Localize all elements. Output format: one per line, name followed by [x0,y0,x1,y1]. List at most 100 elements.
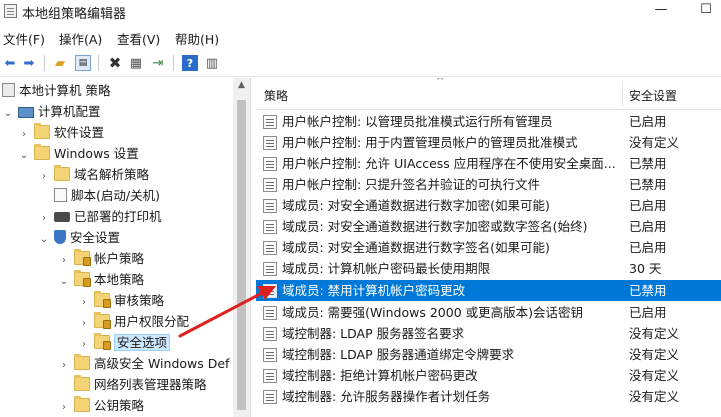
tree-item-windows-settings[interactable]: ⌄ Windows 设置 [18,144,139,164]
policy-row[interactable]: 域控制器: LDAP 服务器通道绑定令牌要求 没有定义 [256,344,721,365]
policy-row[interactable]: 域成员: 对安全通道数据进行数字加密或数字签名(始终) 已启用 [256,216,721,237]
minimize-button[interactable]: — [641,1,681,21]
policy-value: 已禁用 [629,283,667,298]
column-divider[interactable] [622,82,623,106]
tree-item-local-computer-policy[interactable]: 本地计算机 策略 [2,81,110,101]
back-icon[interactable]: ⬅ [2,55,18,71]
policy-row[interactable]: 域控制器: 拒绝计算机帐户密码更改 没有定义 [256,365,721,386]
collapse-arrow-icon[interactable]: › [78,293,90,313]
delete-icon[interactable]: ✖ [107,54,123,72]
sort-arrow-icon: ^ [436,78,445,87]
menu-action[interactable]: 操作(A) [59,29,102,48]
window-title: 本地组策略编辑器 [22,7,127,22]
policy-setting-icon [263,157,277,171]
policy-value: 没有定义 [629,347,680,362]
tree-item-software-settings[interactable]: › 软件设置 [18,123,104,143]
tree-item-local-policies[interactable]: ⌄ 本地策略 [58,270,144,290]
policy-value: 已启用 [629,240,667,255]
policy-setting-icon [263,390,277,404]
collapse-arrow-icon[interactable]: › [38,167,50,187]
collapse-arrow-icon[interactable]: › [38,209,50,229]
collapse-arrow-icon[interactable]: › [58,398,70,417]
policy-name: 域成员: 禁用计算机帐户密码更改 [282,283,466,298]
expand-arrow-icon[interactable]: ⌄ [58,272,70,292]
title-bar: 本地组策略编辑器 — ☐ [0,0,721,22]
policy-value: 已启用 [629,219,667,234]
column-header-security-setting[interactable]: 安全设置 [629,87,677,104]
locked-folder-icon [74,270,91,287]
policy-row[interactable]: 域成员: 需要强(Windows 2000 或更高版本)会话密钥 已启用 [256,302,721,323]
policy-setting-icon [263,284,277,298]
policy-setting-icon [263,306,277,320]
computer-icon [18,107,34,118]
menu-file[interactable]: 文件(F) [3,29,45,48]
security-shield-icon [54,230,66,244]
tree-item-security-settings[interactable]: ⌄ 安全设置 [38,228,120,248]
policy-name: 域成员: 对安全通道数据进行数字加密(如果可能) [282,198,550,213]
menu-help[interactable]: 帮助(H) [175,29,219,48]
policy-row[interactable]: 域控制器: LDAP 服务器签名要求 没有定义 [256,323,721,344]
policy-row[interactable]: 域成员: 对安全通道数据进行数字加密(如果可能) 已启用 [256,195,721,216]
policy-row-selected[interactable]: 域成员: 禁用计算机帐户密码更改 已禁用 [256,280,721,301]
tree-item-account-policies[interactable]: › 帐户策略 [58,249,144,269]
tree-item-public-key-policies[interactable]: › 公钥策略 [58,396,144,416]
tree-pane: 本地计算机 策略 ⌄ 计算机配置 › 软件设置 ⌄ Windows 设置 › 域名解析策… [0,78,251,417]
policy-name: 用户帐户控制: 用于内置管理员帐户的管理员批准模式 [282,135,578,150]
tree-item-security-options[interactable]: › 安全选项 [78,333,171,355]
expand-arrow-icon[interactable]: ⌄ [2,104,14,124]
tree-item-name-resolution-policy[interactable]: › 域名解析策略 [38,165,149,185]
properties-icon[interactable]: ▦ [128,55,144,71]
collapse-arrow-icon[interactable]: › [78,314,90,334]
tree-item-deployed-printers[interactable]: › 已部署的打印机 [38,207,162,227]
folder-icon [74,375,90,391]
policy-row[interactable]: 用户帐户控制: 用于内置管理员帐户的管理员批准模式 没有定义 [256,132,721,153]
maximize-button[interactable]: ☐ [686,1,721,21]
policy-value: 没有定义 [629,389,680,404]
policy-setting-icon [263,178,277,192]
policy-setting-icon [263,241,277,255]
tree-item-computer-config[interactable]: ⌄ 计算机配置 [2,102,101,122]
scroll-up-icon[interactable]: ▲ [233,80,250,90]
policy-setting-icon [263,348,277,362]
policy-row[interactable]: 域成员: 计算机帐户密码最长使用期限 30 天 [256,258,721,279]
policy-name: 域成员: 对安全通道数据进行数字加密或数字签名(始终) [282,219,588,234]
policy-name: 用户帐户控制: 以管理员批准模式运行所有管理员 [282,114,553,129]
show-hide-tree-icon[interactable]: ▤ [75,55,91,71]
filter-icon[interactable]: ▥ [204,55,220,71]
expand-arrow-icon[interactable]: ⌄ [38,230,50,250]
help-icon[interactable]: ? [182,55,198,71]
folder-icon [74,354,90,370]
scroll-thumb[interactable] [237,100,246,410]
tree-item-scripts[interactable]: 脚本(启动/关机) [54,186,160,206]
collapse-arrow-icon[interactable]: › [78,335,90,355]
expand-arrow-icon[interactable]: ⌄ [18,146,30,166]
toolbar-separator [44,55,45,71]
policy-row[interactable]: 用户帐户控制: 只提升签名并验证的可执行文件 已禁用 [256,174,721,195]
export-list-icon[interactable]: ⇥ [150,55,166,71]
menu-view[interactable]: 查看(V) [117,29,160,48]
list-header: 策略 ^ 安全设置 [256,78,721,110]
tree-item-user-rights[interactable]: › 用户权限分配 [78,312,189,332]
tree-scrollbar[interactable]: ▲ [233,78,250,417]
tree-item-network-list-policies[interactable]: 网络列表管理器策略 [74,375,207,395]
collapse-arrow-icon[interactable]: › [58,251,70,271]
policy-row[interactable]: 域控制器: 允许服务器操作者计划任务 没有定义 [256,386,721,407]
policy-name: 域成员: 需要强(Windows 2000 或更高版本)会话密钥 [282,305,583,320]
policy-name: 域控制器: LDAP 服务器签名要求 [282,326,465,341]
folder-icon [34,123,50,139]
collapse-arrow-icon[interactable]: › [18,125,30,145]
tree-item-windows-defender-firewall[interactable]: › 高级安全 Windows Def [58,354,229,374]
tree-item-audit-policy[interactable]: › 审核策略 [78,291,164,311]
policy-setting-icon [263,136,277,150]
policy-value: 已启用 [629,198,667,213]
collapse-arrow-icon[interactable]: › [58,356,70,376]
forward-icon[interactable]: ➡ [21,55,37,71]
policy-row[interactable]: 域成员: 对安全通道数据进行数字签名(如果可能) 已启用 [256,237,721,258]
policy-value: 已禁用 [629,177,667,192]
column-header-policy[interactable]: 策略 [264,87,288,104]
folder-icon [54,165,70,181]
policy-row[interactable]: 用户帐户控制: 允许 UIAccess 应用程序在不使用安全桌面... 已禁用 [256,153,721,174]
up-folder-icon[interactable]: ▰ [52,55,68,71]
policy-row[interactable]: 用户帐户控制: 以管理员批准模式运行所有管理员 已启用 [256,111,721,132]
folder-icon [74,396,90,412]
